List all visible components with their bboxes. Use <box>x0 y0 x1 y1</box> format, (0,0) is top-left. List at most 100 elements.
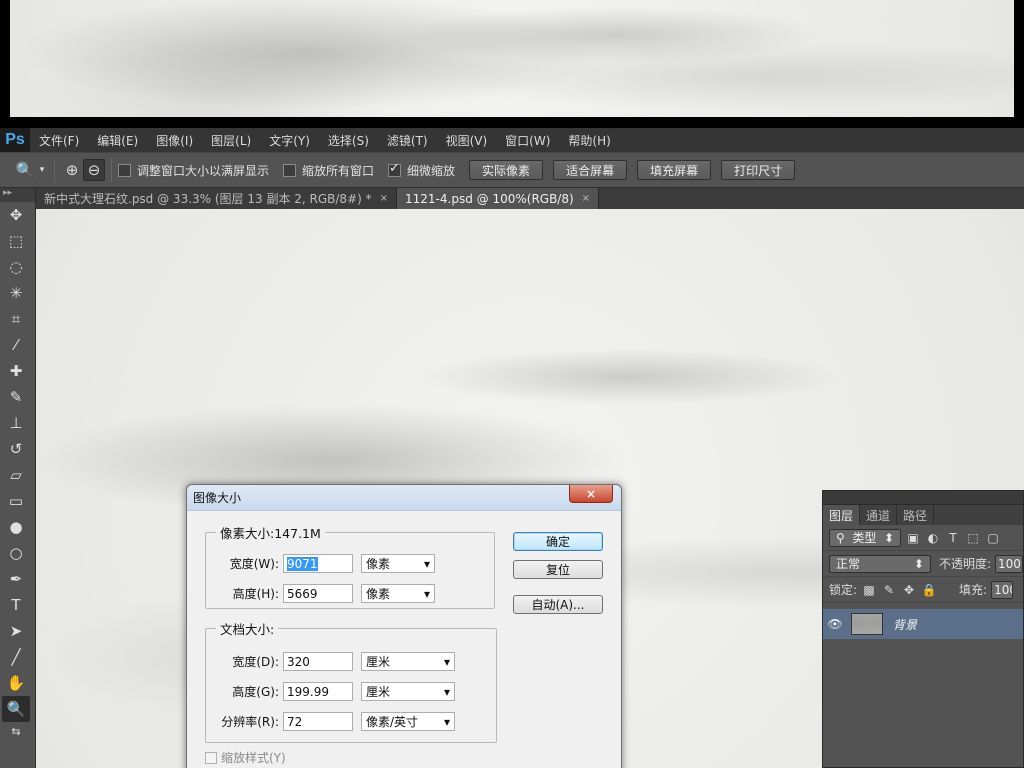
layer-filter-select[interactable]: ⚲ 类型 ⬍ <box>829 528 901 547</box>
resolution-label: 分辨率(R): <box>221 715 279 729</box>
marquee-tool-icon[interactable]: ⬚ <box>2 228 30 254</box>
pixel-height-input[interactable]: 5669 <box>283 584 353 603</box>
ok-button[interactable]: 确定 <box>513 532 603 551</box>
fill-screen-button[interactable]: 填充屏幕 <box>637 160 712 180</box>
menu-window[interactable]: 窗口(W) <box>496 132 559 149</box>
resolution-unit-select[interactable]: 像素/英寸 ▾ <box>361 712 455 731</box>
close-icon[interactable]: × <box>380 193 388 204</box>
brush-tool-icon[interactable]: ✎ <box>2 384 30 410</box>
menu-filter[interactable]: 滤镜(T) <box>378 132 437 149</box>
actual-pixels-button[interactable]: 实际像素 <box>469 160 544 180</box>
lock-position-icon[interactable]: ✥ <box>901 583 917 597</box>
checkbox-box[interactable] <box>283 163 297 177</box>
pixel-width-label: 宽度(W): <box>229 557 279 571</box>
auto-button[interactable]: 自动(A)... <box>513 595 603 614</box>
eraser-tool-icon[interactable]: ▱ <box>2 462 30 488</box>
hand-tool-icon[interactable]: ✋ <box>2 670 30 696</box>
blur-tool-icon[interactable]: ● <box>2 514 30 540</box>
menu-image[interactable]: 图像(I) <box>147 132 202 149</box>
tab-marble-psd[interactable]: 新中式大理石纹.psd @ 33.3% (图层 13 副本 2, RGB/8#)… <box>36 188 398 209</box>
menu-edit[interactable]: 编辑(E) <box>88 132 147 149</box>
doc-width-unit-select[interactable]: 厘米 ▾ <box>361 652 455 671</box>
gradient-tool-icon[interactable]: ▭ <box>2 488 30 514</box>
lasso-tool-icon[interactable]: ◌ <box>2 254 30 280</box>
zoom-out-icon[interactable]: ⊖ <box>83 159 105 181</box>
blend-mode-select[interactable]: 正常 ⬍ <box>829 554 931 573</box>
pixel-width-unit-select[interactable]: 像素 ▾ <box>361 554 435 573</box>
checkbox-box[interactable] <box>118 163 131 177</box>
reset-button[interactable]: 复位 <box>513 560 603 579</box>
lock-label: 锁定: <box>829 583 858 597</box>
pixel-height-unit-select[interactable]: 像素 ▾ <box>361 584 435 603</box>
zoom-in-icon[interactable]: ⊕ <box>61 159 83 181</box>
toolbox-grip[interactable]: ▸▸ <box>0 188 35 202</box>
doc-height-label: 高度(G): <box>232 685 279 699</box>
pixel-height-label: 高度(H): <box>232 587 279 601</box>
type-tool-icon[interactable]: T <box>2 592 30 618</box>
layer-name[interactable]: 背景 <box>893 616 917 633</box>
menu-type[interactable]: 文字(Y) <box>260 132 319 149</box>
zoom-tool-preset-icon[interactable]: 🔍 <box>14 159 36 181</box>
zoom-all-windows-checkbox[interactable]: 缩放所有窗口 <box>283 162 374 179</box>
pen-tool-icon[interactable]: ✒ <box>2 566 30 592</box>
doc-height-input[interactable]: 199.99 <box>283 682 353 701</box>
unit-value: 厘米 <box>366 685 391 699</box>
move-tool-icon[interactable]: ✥ <box>2 202 30 228</box>
path-selection-tool-icon[interactable]: ➤ <box>2 618 30 644</box>
eye-icon[interactable]: 👁 <box>823 617 847 631</box>
lock-image-icon[interactable]: ✎ <box>881 583 897 597</box>
panel-header[interactable] <box>823 491 1023 505</box>
tab-label: 1121-4.psd @ 100%(RGB/8) <box>405 191 574 206</box>
doc-width-input[interactable]: 320 <box>283 652 353 671</box>
dropdown-arrow-icon: ⬍ <box>883 530 894 545</box>
options-bar: 🔍 ▾ ⊕ ⊖ 调整窗口大小以满屏显示 缩放所有窗口 细微缩放 实际像素 适合屏… <box>0 152 1024 188</box>
clone-stamp-tool-icon[interactable]: ⊥ <box>2 410 30 436</box>
shape-filter-icon[interactable]: ⬚ <box>965 531 981 545</box>
fill-input[interactable]: 100 <box>991 580 1014 599</box>
fit-screen-button[interactable]: 适合屏幕 <box>553 160 628 180</box>
dodge-tool-icon[interactable]: ○ <box>2 540 30 566</box>
eyedropper-tool-icon[interactable]: ⁄ <box>2 332 30 358</box>
menu-layer[interactable]: 图层(L) <box>202 132 260 149</box>
tab-layers[interactable]: 图层 <box>823 505 861 525</box>
resize-windows-checkbox[interactable]: 调整窗口大小以满屏显示 <box>118 162 269 179</box>
checkbox-box[interactable] <box>388 161 402 177</box>
doc-height-unit-select[interactable]: 厘米 ▾ <box>361 682 455 701</box>
menu-select[interactable]: 选择(S) <box>319 132 378 149</box>
healing-brush-tool-icon[interactable]: ✚ <box>2 358 30 384</box>
checkbox-box[interactable] <box>205 751 217 764</box>
pixel-filter-icon[interactable]: ▣ <box>905 531 921 545</box>
dialog-close-button[interactable]: × <box>569 485 613 503</box>
zoom-tool-icon[interactable]: 🔍 <box>2 696 30 722</box>
magic-wand-tool-icon[interactable]: ✳ <box>2 280 30 306</box>
tab-1121-4-psd[interactable]: 1121-4.psd @ 100%(RGB/8) × <box>397 188 600 209</box>
line-tool-icon[interactable]: ╱ <box>2 644 30 670</box>
doc-width-label: 宽度(D): <box>232 655 279 669</box>
pixel-width-input[interactable]: 9071 <box>283 554 353 573</box>
tab-paths[interactable]: 路径 <box>897 505 935 525</box>
crop-tool-icon[interactable]: ⌗ <box>2 306 30 332</box>
history-brush-tool-icon[interactable]: ↺ <box>2 436 30 462</box>
opacity-label: 不透明度: <box>938 557 992 571</box>
layer-row-background[interactable]: 👁 背景 <box>823 609 1023 639</box>
pixel-width-row: 宽度(W): 9071 像素 ▾ <box>191 554 435 573</box>
dialog-title-bar[interactable]: 图像大小 × <box>187 485 621 511</box>
menu-help[interactable]: 帮助(H) <box>559 132 619 149</box>
menu-file[interactable]: 文件(F) <box>30 132 88 149</box>
type-filter-icon[interactable]: T <box>945 531 961 545</box>
lock-all-icon[interactable]: 🔒 <box>921 583 937 597</box>
menu-view[interactable]: 视图(V) <box>437 132 497 149</box>
scale-styles-checkbox[interactable]: 缩放样式(Y) <box>205 749 286 766</box>
lock-transparent-icon[interactable]: ▩ <box>861 583 877 597</box>
smart-object-filter-icon[interactable]: ▢ <box>985 531 1001 545</box>
print-size-button[interactable]: 打印尺寸 <box>721 160 796 180</box>
pixel-width-value: 9071 <box>287 556 318 571</box>
opacity-input[interactable]: 100 <box>995 554 1023 573</box>
adjustment-filter-icon[interactable]: ◐ <box>925 531 941 545</box>
chevron-down-icon[interactable]: ▾ <box>36 159 48 181</box>
tab-channels[interactable]: 通道 <box>860 505 898 525</box>
scrubby-zoom-checkbox[interactable]: 细微缩放 <box>388 161 455 179</box>
close-icon[interactable]: × <box>582 193 590 204</box>
swap-colors-icon[interactable]: ⇆ <box>2 722 30 740</box>
resolution-input[interactable]: 72 <box>283 712 353 731</box>
